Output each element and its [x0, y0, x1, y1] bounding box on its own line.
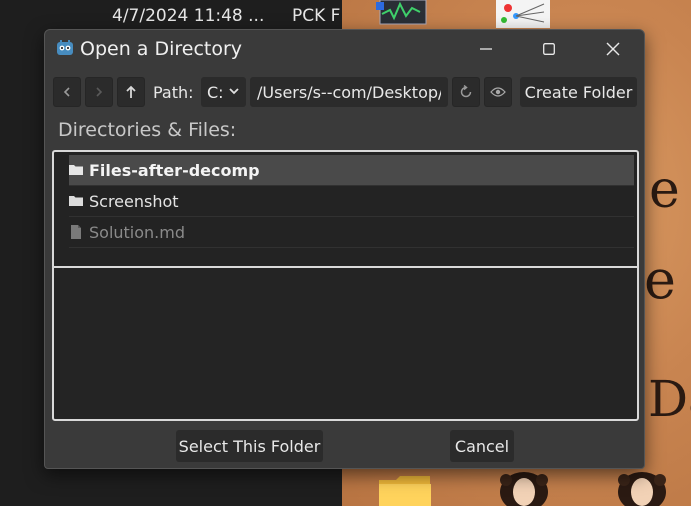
folder-desktop-icon[interactable]	[376, 472, 434, 506]
row-divider	[69, 247, 634, 248]
dialog-titlebar[interactable]: Open a Directory	[45, 30, 644, 68]
wallpaper-glyph: e	[644, 248, 676, 311]
refresh-icon	[460, 85, 472, 98]
file-icon	[71, 225, 81, 239]
drive-value: C:	[207, 82, 224, 102]
background-pck-text: PCK F	[292, 6, 341, 26]
forward-button[interactable]	[85, 77, 113, 107]
monitor-app-icon[interactable]	[376, 0, 430, 28]
path-input[interactable]	[250, 77, 448, 107]
close-button[interactable]	[590, 34, 636, 64]
directories-files-label: Directories & Files:	[58, 119, 237, 141]
close-icon	[606, 42, 620, 56]
eye-icon	[490, 87, 506, 97]
minimize-icon	[480, 48, 492, 50]
back-button[interactable]	[53, 77, 81, 107]
tree-row-folder[interactable]: Screenshot	[69, 186, 634, 216]
tree-row-label: Solution.md	[89, 222, 186, 242]
path-label: Path:	[153, 83, 194, 102]
empty-panel	[52, 266, 639, 421]
cancel-button[interactable]: Cancel	[450, 430, 514, 462]
folder-icon	[69, 196, 83, 206]
network-app-icon[interactable]	[494, 0, 552, 30]
maximize-icon	[543, 43, 555, 55]
maximize-button[interactable]	[526, 34, 572, 64]
background-timestamp: 4/7/2024 11:48 ...	[112, 6, 265, 26]
refresh-button[interactable]	[452, 77, 480, 107]
portrait-desktop-icon[interactable]	[614, 466, 672, 506]
tree-row-folder[interactable]: Files-after-decomp	[69, 155, 634, 185]
wallpaper-glyph: e	[649, 160, 680, 220]
wallpaper-glyph: Da	[648, 370, 691, 428]
create-folder-button[interactable]: Create Folder	[520, 77, 637, 107]
portrait-desktop-icon[interactable]	[496, 466, 554, 506]
select-folder-button[interactable]: Select This Folder	[176, 430, 323, 462]
tree-row-label: Files-after-decomp	[89, 160, 260, 180]
minimize-button[interactable]	[463, 34, 509, 64]
drive-select[interactable]: C:	[201, 77, 246, 107]
up-directory-button[interactable]	[117, 77, 145, 107]
folder-icon	[69, 165, 83, 175]
godot-icon	[57, 40, 73, 55]
dialog-title: Open a Directory	[80, 38, 243, 60]
open-directory-dialog: Open a Directory Path: C: Create Folder …	[44, 29, 645, 469]
arrow-up-icon	[126, 85, 136, 98]
file-tree[interactable]: Files-after-decomp Screenshot Solution.m…	[52, 150, 639, 267]
toggle-hidden-files-button[interactable]	[484, 77, 512, 107]
tree-row-file[interactable]: Solution.md	[69, 217, 634, 247]
tree-row-label: Screenshot	[89, 191, 179, 211]
chevron-right-icon	[96, 87, 103, 97]
chevron-left-icon	[63, 87, 70, 97]
chevron-down-icon	[229, 88, 239, 95]
